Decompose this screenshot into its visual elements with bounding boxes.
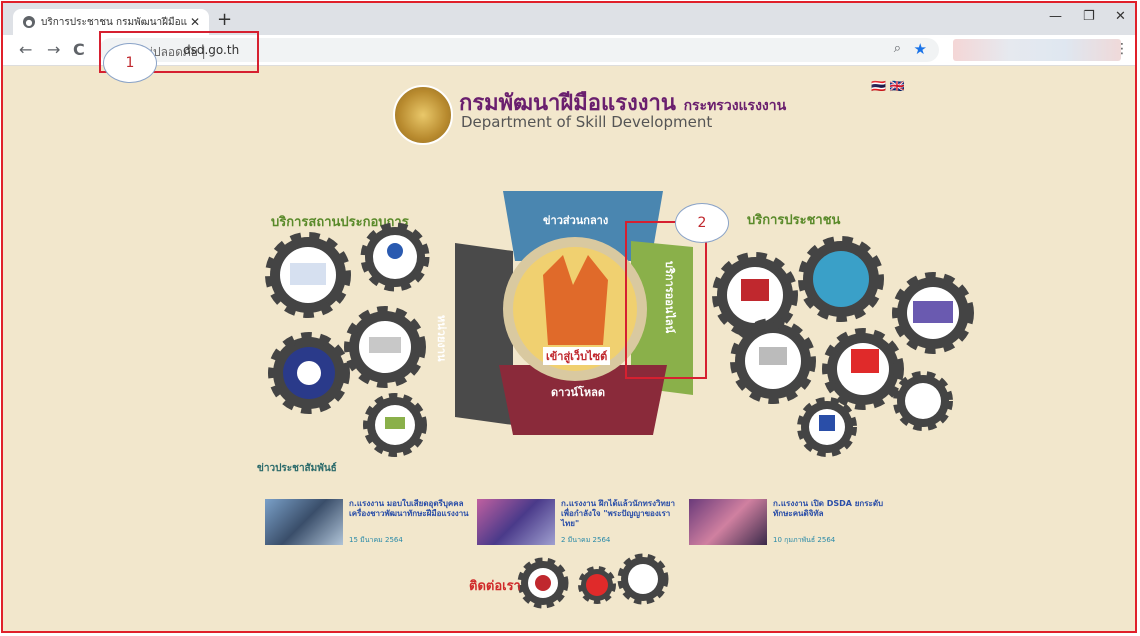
gear-icon[interactable] xyxy=(797,397,857,457)
annotation-bubble-1: 1 xyxy=(103,43,157,83)
minimize-button[interactable]: — xyxy=(1049,9,1062,24)
gear-label-news[interactable]: ข่าวส่วนกลาง xyxy=(543,211,608,229)
news-thumbnail[interactable] xyxy=(689,499,767,545)
gear-icon[interactable] xyxy=(360,222,430,292)
zoom-icon[interactable]: ⌕ xyxy=(894,41,901,56)
reload-button[interactable]: C xyxy=(73,40,85,59)
gear-icon[interactable] xyxy=(730,318,816,404)
gear-label-agency[interactable]: หน่วยงาน xyxy=(433,315,451,361)
news-date: 15 มีนาคม 2564 xyxy=(349,536,403,544)
enter-website-label[interactable]: เข้าสู่เว็บไซต์ xyxy=(543,347,611,365)
globe-icon: ● xyxy=(23,16,35,28)
gear-icon[interactable] xyxy=(892,272,974,354)
news-title[interactable]: ก.แรงงาน มอบใบเสียดอุตรีบุคคล เครื่องชาว… xyxy=(349,499,475,519)
screenshot-frame: ● บริการประชาชน กรมพัฒนาฝีมือแรงงาน ✕ + … xyxy=(1,1,1137,633)
gear-icon[interactable] xyxy=(517,557,569,609)
gear-icon[interactable] xyxy=(265,232,351,318)
bookmark-star-icon[interactable]: ★ xyxy=(914,40,927,58)
browser-menu-icon[interactable]: ⋮ xyxy=(1115,41,1129,57)
gear-icon[interactable] xyxy=(578,566,616,604)
annotation-bubble-2: 2 xyxy=(675,203,729,243)
news-date: 2 มีนาคม 2564 xyxy=(561,536,611,544)
news-item[interactable]: ก.แรงงาน เปิด DSDA ยกระดับทักษะคนดิจิทัล… xyxy=(689,499,899,549)
news-title[interactable]: ก.แรงงาน ฝึกได้แล้วนักทรงวิทยาเพื่อกำลัง… xyxy=(561,499,687,529)
maximize-button[interactable]: ❐ xyxy=(1083,9,1095,24)
news-date: 10 กุมภาพันธ์ 2564 xyxy=(773,536,836,544)
tab-close-button[interactable]: ✕ xyxy=(187,15,203,29)
gear-icon[interactable] xyxy=(268,332,350,414)
gear-icon[interactable] xyxy=(798,236,884,322)
forward-button[interactable]: → xyxy=(47,40,60,59)
back-button[interactable]: ← xyxy=(19,40,32,59)
news-thumbnail[interactable] xyxy=(477,499,555,545)
gear-icon[interactable] xyxy=(617,553,669,605)
gear-icon[interactable] xyxy=(822,328,904,410)
extensions-area[interactable] xyxy=(953,39,1121,61)
gear-icon[interactable] xyxy=(893,371,953,431)
news-title[interactable]: ก.แรงงาน เปิด DSDA ยกระดับทักษะคนดิจิทัล xyxy=(773,499,899,519)
annotation-box-2 xyxy=(625,221,707,379)
news-thumbnail[interactable] xyxy=(265,499,343,545)
gear-label-download[interactable]: ดาวน์โหลด xyxy=(551,383,605,401)
gear-icon[interactable] xyxy=(344,306,426,388)
news-heading: ข่าวประชาสัมพันธ์ xyxy=(257,463,337,474)
new-tab-button[interactable]: + xyxy=(217,9,232,30)
close-window-button[interactable]: ✕ xyxy=(1115,9,1126,24)
gear-icon[interactable] xyxy=(363,393,427,457)
news-item[interactable]: ก.แรงงาน ฝึกได้แล้วนักทรงวิทยาเพื่อกำลัง… xyxy=(477,499,687,549)
contact-us-label[interactable]: ติดต่อเรา xyxy=(469,575,521,596)
tab-title: บริการประชาชน กรมพัฒนาฝีมือแรงงาน xyxy=(41,16,187,28)
website-page: กรมพัฒนาฝีมือแรงงาน กระทรวงแรงงาน Depart… xyxy=(3,65,1135,631)
news-item[interactable]: ก.แรงงาน มอบใบเสียดอุตรีบุคคล เครื่องชาว… xyxy=(265,499,475,549)
